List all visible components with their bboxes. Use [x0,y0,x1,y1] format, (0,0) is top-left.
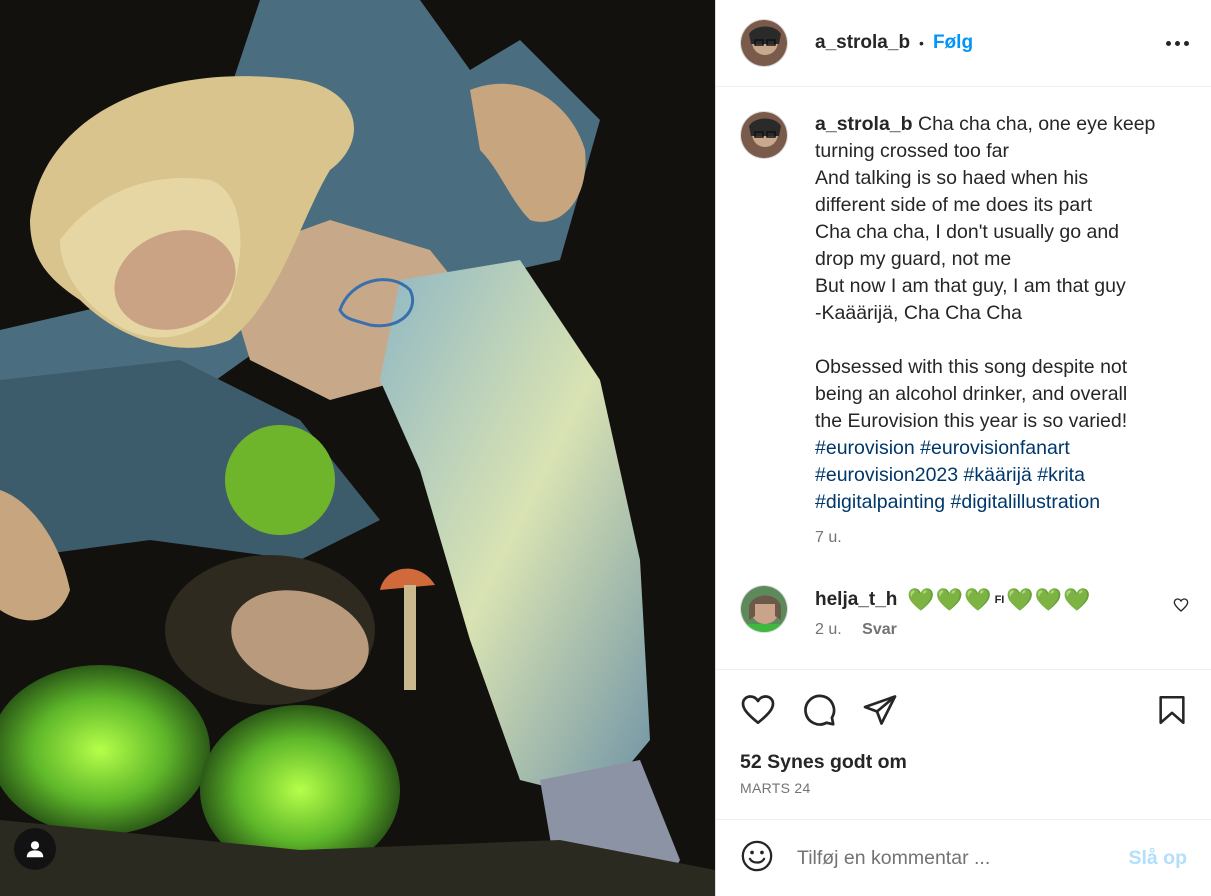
emoji-button[interactable] [740,839,774,878]
commenter-avatar[interactable] [740,585,788,633]
bookmark-icon [1159,695,1185,725]
caption-line: being an alcohol drinker, and overall [815,383,1128,405]
action-icons [740,692,1189,733]
more-options-button[interactable] [1166,40,1189,46]
comment-input[interactable] [797,846,1129,870]
post-header: a_strola_b • Følg [716,0,1211,87]
follow-button[interactable]: Følg [933,32,973,54]
share-button[interactable] [862,692,898,733]
finland-flag: FI [994,594,1005,606]
caption-line: And talking is so haed when his [815,167,1089,189]
post-date[interactable]: MARTS 24 [740,780,1189,796]
reply-button[interactable]: Svar [862,621,897,638]
comment-icon [804,694,836,726]
post-details-panel: a_strola_b • Følg a_strola_b Cha cha cha… [715,0,1211,896]
hashtag-link[interactable]: #eurovision [815,437,915,459]
add-comment-bar: Slå op [716,819,1211,896]
hashtag-link[interactable]: #digitalpainting [815,491,945,513]
heart-icon [741,695,775,725]
caption-line: But now I am that guy, I am that guy [815,275,1126,297]
painting [0,0,715,896]
hashtag-link[interactable]: #digitalillustration [951,491,1101,513]
comment-age[interactable]: 2 u. [815,621,842,638]
more-dot-icon [1166,40,1171,46]
heart-icon [1173,598,1189,612]
emoji-icon [741,840,773,871]
green-hearts-icon: 💚💚💚 [907,587,993,612]
post-dialog: a_strola_b • Følg a_strola_b Cha cha cha… [0,0,1211,896]
comment-button[interactable] [801,692,837,733]
post-actions: 52 Synes godt om MARTS 24 [716,669,1211,819]
caption-line: -Kaäärijä, Cha Cha Cha [815,302,1023,324]
caption-line-text: Cha cha cha, one eye keep [917,113,1156,135]
caption-line: drop my guard, not me [815,248,1012,270]
caption-line: Obsessed with this song despite not [815,356,1128,378]
comment-meta: 2 u. Svar [815,621,1092,639]
more-dot-icon [1175,40,1180,46]
like-button[interactable] [740,692,776,733]
caption-age[interactable]: 7 u. [815,524,1155,551]
share-icon [863,695,897,725]
comment-like-button[interactable] [1173,597,1189,618]
hashtag-link[interactable]: #krita [1037,464,1085,486]
user-tag-icon [26,841,44,858]
hashtag-link[interactable]: #eurovision2023 [815,464,958,486]
hashtag-link[interactable]: #eurovisionfanart [920,437,1070,459]
tagged-users-button[interactable] [14,828,56,870]
green-hearts-icon: 💚💚💚 [1006,587,1092,612]
caption-line: the Eurovision this year is so varied! [815,410,1128,432]
post-comment-button[interactable]: Slå op [1128,847,1187,870]
avatar-image [741,586,787,632]
separator-dot: • [919,35,924,51]
save-button[interactable] [1155,693,1189,732]
hashtag-line: #digitalpainting #digitalillustration [815,489,1155,516]
comment-item: helja_t_h 💚💚💚 FI 💚💚💚 2 u. Svar [740,585,1189,639]
avatar-image [741,112,787,158]
caption-line: Cha cha cha, I don't usually go and [815,221,1120,243]
caption-text: a_strola_b Cha cha cha, one eye keep tur… [815,111,1155,551]
comments-section: a_strola_b Cha cha cha, one eye keep tur… [716,87,1211,669]
post-image[interactable] [0,0,715,896]
caption-username[interactable]: a_strola_b [815,113,913,135]
hashtag-line: #eurovision2023 #käärijä #krita [815,462,1155,489]
comment-line: helja_t_h 💚💚💚 FI 💚💚💚 [815,585,1092,615]
caption-line: a_strola_b Cha cha cha, one eye keep [815,111,1155,138]
avatar-image [741,20,787,66]
caption: a_strola_b Cha cha cha, one eye keep tur… [740,111,1187,551]
hashtag-line: #eurovision #eurovisionfanart [815,435,1155,462]
caption-avatar[interactable] [740,111,788,159]
hashtag-link[interactable]: #käärijä [964,464,1032,486]
avatar[interactable] [740,19,788,67]
like-count[interactable]: 52 Synes godt om [740,751,1189,774]
caption-line: turning crossed too far [815,140,1010,162]
commenter-username[interactable]: helja_t_h [815,585,897,615]
comment-body: helja_t_h 💚💚💚 FI 💚💚💚 2 u. Svar [815,585,1092,639]
caption-line: different side of me does its part [815,194,1093,216]
header-username[interactable]: a_strola_b [815,32,910,54]
more-dot-icon [1184,40,1189,46]
